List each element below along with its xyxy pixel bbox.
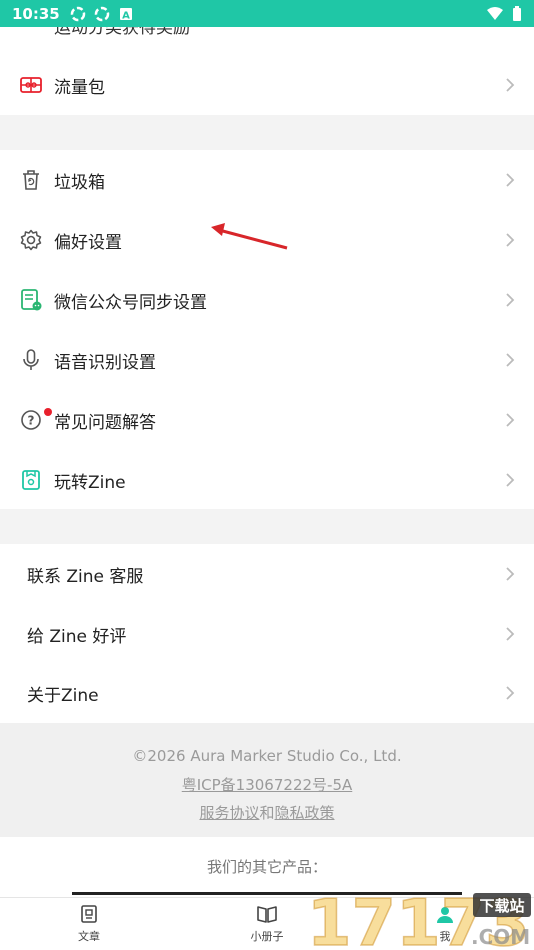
menu-item-contact-support[interactable]: 联系 Zine 客服 [0,544,534,604]
book-icon [19,468,43,492]
menu-item-label: 流量包 [54,77,105,98]
menu-item-label: 常见问题解答 [54,412,156,433]
tab-label: 文章 [78,930,100,943]
menu-item-label: 关于Zine [27,685,99,706]
policy-links: 服务协议和隐私政策 [0,802,534,823]
gift-card-icon [19,73,43,97]
chevron-right-icon [506,293,515,307]
watermark-badge: 下载站 [479,897,524,915]
svg-text:?: ? [28,414,35,428]
section-settings: 垃圾箱 偏好设置 微信公众号同步设置 语音识别设置 ? 常见问题解答 玩转Zin… [0,150,534,509]
watermark: 17173 下载站 .COM [305,886,534,950]
article-icon [81,905,97,923]
footer: ©2026 Aura Marker Studio Co., Ltd. 粤ICP备… [0,723,534,837]
menu-item-speech-recognition[interactable]: 语音识别设置 [0,330,534,390]
menu-item-wechat-sync[interactable]: 微信公众号同步设置 [0,270,534,330]
watermark-logo-icon: 17173 下载站 .COM [306,886,531,950]
menu-item-label: 垃圾箱 [54,172,105,193]
menu-item-faq[interactable]: ? 常见问题解答 [0,390,534,450]
icp-link[interactable]: 粤ICP备13067222号-5A [0,774,534,795]
chevron-right-icon [506,413,515,427]
open-book-icon [257,906,277,923]
menu-item-about[interactable]: 关于Zine [0,663,534,723]
partial-row-label: 运动分类获得奖励 [54,27,190,38]
wechat-doc-icon [19,288,43,312]
sync-icon [70,6,85,21]
menu-item-label: 给 Zine 好评 [27,626,127,647]
menu-item-label: 语音识别设置 [54,352,156,373]
copyright-text: ©2026 Aura Marker Studio Co., Ltd. [132,747,402,765]
unread-dot [44,408,52,416]
tab-booklet[interactable]: 小册子 [237,904,297,944]
wifi-icon [487,6,503,20]
menu-item-label: 偏好设置 [54,232,122,253]
policy-conjunction: 和 [259,804,275,822]
chevron-right-icon [506,353,515,367]
menu-item-trash[interactable]: 垃圾箱 [0,150,534,210]
chevron-right-icon [506,233,515,247]
chevron-right-icon [506,78,515,92]
trash-icon [19,168,43,192]
partial-row[interactable]: 运动分类获得奖励 [0,27,534,55]
chevron-right-icon [506,567,515,581]
tab-articles[interactable]: 文章 [59,904,119,944]
menu-item-play-zine[interactable]: 玩转Zine [0,450,534,510]
gear-icon [19,228,43,252]
status-time: 10:35 [12,4,60,23]
watermark-domain: .COM [471,925,530,949]
menu-item-label: 玩转Zine [54,472,126,493]
battery-icon [513,5,521,21]
service-agreement-link[interactable]: 服务协议 [199,804,259,822]
section-traffic: 流量包 [0,55,534,115]
notification-a-icon: A [119,7,132,21]
other-products-title: 我们的其它产品： [206,858,327,876]
chevron-right-icon [506,627,515,641]
annotation-arrow-icon [211,223,288,250]
help-icon: ? [19,408,43,432]
menu-item-rate-app[interactable]: 给 Zine 好评 [0,604,534,664]
svg-text:A: A [122,10,130,21]
tab-label: 小册子 [250,930,284,943]
sync-icon-2 [94,6,109,21]
chevron-right-icon [506,173,515,187]
chevron-right-icon [506,686,515,700]
section-about: 联系 Zine 客服 给 Zine 好评 关于Zine [0,544,534,723]
menu-item-label: 微信公众号同步设置 [54,292,207,313]
privacy-policy-link[interactable]: 隐私政策 [275,804,335,822]
status-bar: 10:35 A [0,0,534,27]
menu-item-label: 联系 Zine 客服 [27,566,144,587]
menu-item-traffic-package[interactable]: 流量包 [0,55,534,115]
microphone-icon [19,348,43,372]
chevron-right-icon [506,473,515,487]
